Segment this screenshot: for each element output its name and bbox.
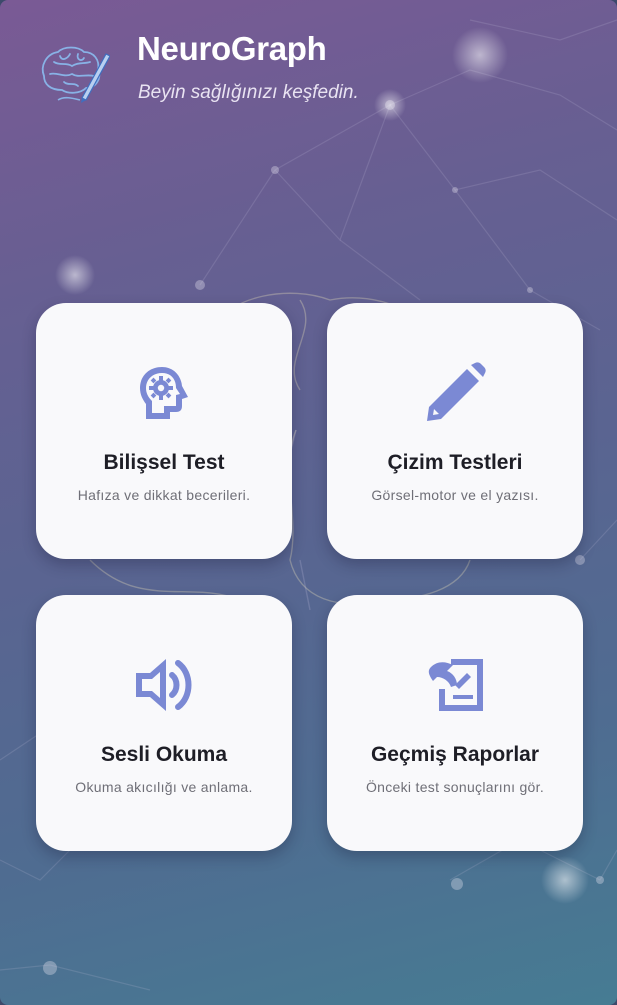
card-description: Okuma akıcılığı ve anlama. [75, 779, 253, 795]
head-gear-icon [140, 367, 188, 419]
home-screen: NeuroGraph Beyin sağlığınızı keşfedin. B… [0, 0, 617, 1005]
card-title: Sesli Okuma [100, 743, 228, 766]
card-title: Bilişsel Test [103, 451, 225, 474]
card-title: Geçmiş Raporlar [370, 743, 540, 766]
cognitive-test-card[interactable]: Bilişsel Test Hafıza ve dikkat beceriler… [36, 303, 292, 559]
report-icon [428, 659, 483, 711]
card-description: Hafıza ve dikkat becerileri. [77, 487, 251, 503]
card-title: Çizim Testleri [387, 451, 523, 474]
brain-pen-logo-icon [41, 46, 110, 103]
card-description: Görsel-motor ve el yazısı. [371, 487, 539, 503]
pencil-icon [427, 362, 486, 421]
speaker-icon [136, 659, 192, 711]
app-subtitle: Beyin sağlığınızı keşfedin. [138, 82, 359, 103]
past-reports-card[interactable]: Geçmiş Raporlar Önceki test sonuçlarını … [327, 595, 583, 851]
read-aloud-card[interactable]: Sesli Okuma Okuma akıcılığı ve anlama. [36, 595, 292, 851]
drawing-tests-card[interactable]: Çizim Testleri Görsel-motor ve el yazısı… [327, 303, 583, 559]
app-header: NeuroGraph Beyin sağlığınızı keşfedin. [38, 30, 598, 110]
app-title: NeuroGraph [137, 30, 327, 67]
card-description: Önceki test sonuçlarını gör. [365, 779, 545, 795]
